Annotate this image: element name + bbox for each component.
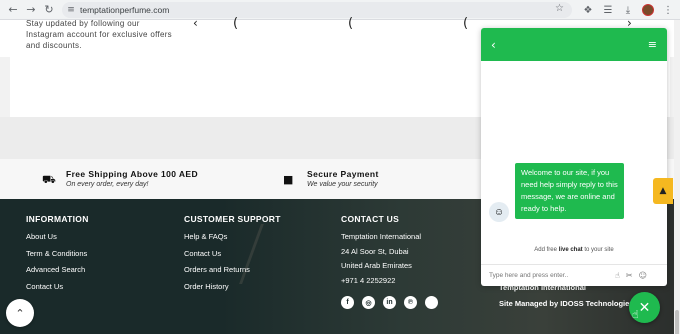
footer-heading: CUSTOMER SUPPORT — [184, 214, 281, 224]
footer-link-orders-returns[interactable]: Orders and Returns — [184, 265, 281, 282]
footer-link-help[interactable]: Help & FAQs — [184, 232, 281, 249]
chat-back-icon[interactable]: ‹ — [491, 38, 496, 52]
pinterest-icon[interactable]: ℗ — [404, 296, 417, 309]
feature-secure-payment: ■ Secure Payment We value your security — [283, 169, 379, 188]
footer-customer-support: CUSTOMER SUPPORT Help & FAQs Contact Us … — [184, 214, 281, 298]
chat-header: ‹ ≡ — [481, 28, 667, 61]
carousel-prev-icon[interactable]: ‹ — [193, 16, 198, 30]
scrollbar-thumb[interactable] — [675, 310, 679, 334]
bookmark-star-icon[interactable]: ☆ — [555, 3, 564, 14]
chat-menu-icon[interactable]: ≡ — [648, 38, 657, 51]
agent-avatar: ☺ — [489, 202, 509, 222]
contact-phone[interactable]: +971 4 2252922 — [341, 276, 421, 291]
footer-link-terms[interactable]: Term & Conditions — [26, 249, 89, 266]
social-icon[interactable] — [425, 296, 438, 309]
attachment-icon[interactable]: ✂ — [626, 271, 633, 280]
chat-message-input[interactable] — [489, 272, 609, 279]
footer-contact: CONTACT US Temptation International 24 A… — [341, 214, 421, 290]
feature-subtitle: We value your security — [307, 181, 378, 188]
media-control-icon[interactable]: ☰ — [600, 1, 616, 19]
chat-welcome-message: Welcome to our site, if you need help si… — [515, 163, 624, 219]
contact-address: 24 Al Soor St, Dubai — [341, 246, 409, 256]
address-bar[interactable]: ≡ temptationperfume.com ☆ — [62, 2, 572, 18]
carousel-image-placeholder: ( — [233, 16, 239, 31]
carousel-image-placeholder: ( — [463, 16, 469, 31]
social-links: f ◎ in ℗ — [341, 296, 438, 309]
footer-link-contact[interactable]: Contact Us — [26, 282, 89, 299]
emoji-icon[interactable]: ☺ — [639, 271, 647, 280]
facebook-icon[interactable]: f — [341, 296, 354, 309]
footer-heading: INFORMATION — [26, 214, 89, 224]
feature-title: Free Shipping Above 100 AED — [66, 169, 199, 179]
reload-icon[interactable]: ↻ — [40, 1, 58, 19]
carousel-image-placeholder: ( — [348, 16, 354, 31]
extensions-icon[interactable]: ❖ — [580, 1, 596, 19]
powered-suffix: to your site — [582, 247, 614, 253]
footer-heading: CONTACT US — [341, 214, 400, 224]
browser-toolbar: ← → ↻ ≡ temptationperfume.com ☆ ❖ ☰ ⤓ ⋮ — [0, 0, 680, 20]
instagram-promo-text: Stay updated by following our Instagram … — [26, 19, 172, 50]
feature-shipping: ⛟ Free Shipping Above 100 AED On every o… — [42, 169, 198, 188]
side-widget-tab[interactable]: ▲ — [653, 178, 673, 204]
page: ← → ↻ ≡ temptationperfume.com ☆ ❖ ☰ ⤓ ⋮ … — [0, 0, 680, 334]
contact-country: United Arab Emirates — [341, 261, 412, 270]
footer-link-advanced-search[interactable]: Advanced Search — [26, 265, 89, 282]
instagram-icon[interactable]: ◎ — [362, 296, 375, 309]
managed-by-text[interactable]: Site Managed by IDOSS Technologies — [499, 299, 633, 308]
chat-input-bar: ☝ ✂ ☺ — [481, 264, 667, 286]
lock-icon: ■ — [283, 173, 294, 186]
back-icon[interactable]: ← — [4, 1, 22, 19]
browser-menu-icon[interactable]: ⋮ — [660, 1, 676, 19]
live-chat-window: ‹ ≡ Welcome to our site, if you need hel… — [481, 28, 667, 286]
linkedin-icon[interactable]: in — [383, 296, 396, 309]
footer-information: INFORMATION About Us Term & Conditions A… — [26, 214, 89, 298]
contact-company: Temptation International — [341, 232, 422, 241]
forward-icon[interactable]: → — [22, 1, 40, 19]
powered-link[interactable]: live chat — [559, 247, 583, 253]
truck-icon: ⛟ — [42, 173, 56, 186]
footer-link-contact[interactable]: Contact Us — [184, 249, 281, 266]
chat-powered-by[interactable]: Add free live chat to your site — [481, 247, 667, 253]
site-info-icon[interactable]: ≡ — [62, 5, 80, 15]
thumbs-up-icon[interactable]: ☝ — [615, 271, 620, 280]
page-scrollbar[interactable] — [674, 20, 680, 334]
url-text[interactable]: temptationperfume.com — [80, 5, 169, 15]
feature-title: Secure Payment — [307, 169, 379, 179]
footer-link-about[interactable]: About Us — [26, 232, 89, 249]
scroll-to-top-button[interactable]: ⌃ — [6, 299, 34, 327]
profile-avatar[interactable] — [640, 1, 656, 19]
footer-link-order-history[interactable]: Order History — [184, 282, 281, 299]
powered-prefix: Add free — [534, 247, 559, 253]
feature-subtitle: On every order, every day! — [66, 181, 149, 188]
mouse-cursor-icon: ☝ — [632, 308, 639, 321]
